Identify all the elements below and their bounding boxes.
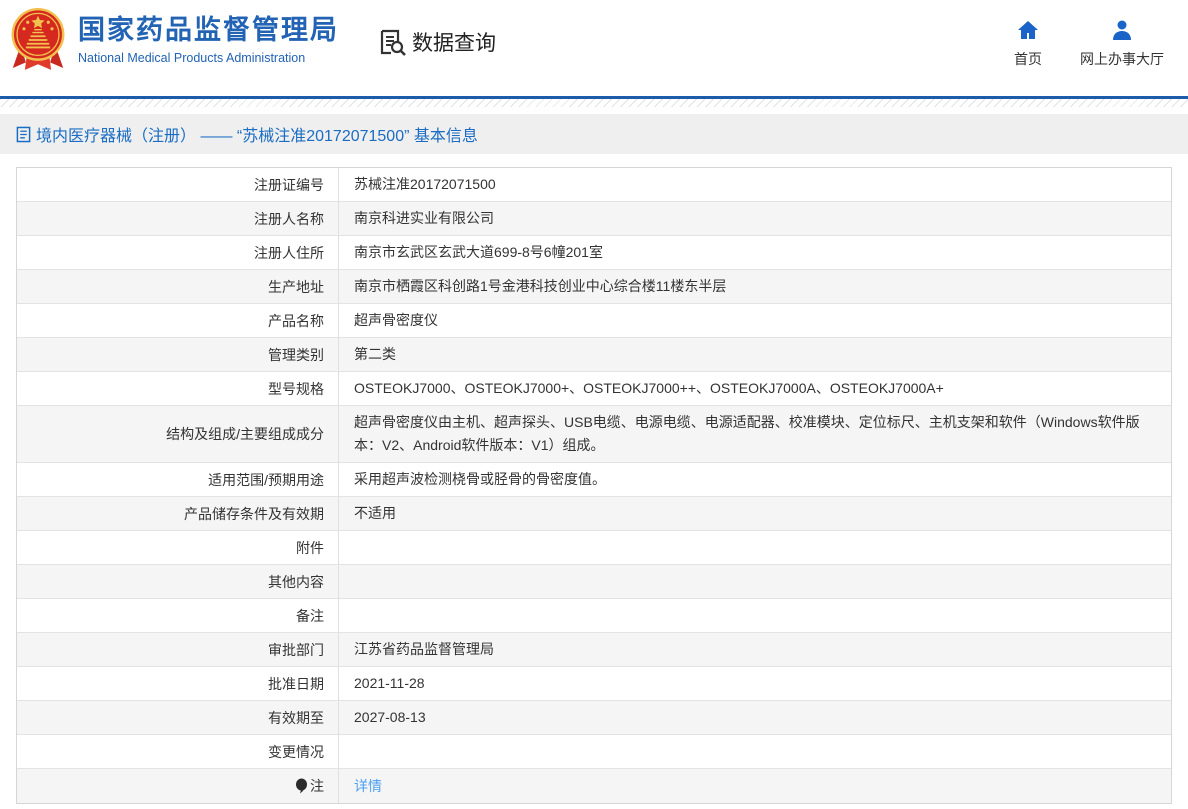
logo-text: 国家药品监督管理局 National Medical Products Admi…	[78, 15, 339, 64]
row-label: 产品储存条件及有效期	[17, 497, 339, 530]
row-value: 苏械注准20172071500	[339, 168, 1171, 201]
nav-home-label: 首页	[1014, 49, 1042, 69]
row-label: 注册人名称	[17, 202, 339, 235]
site-title: 国家药品监督管理局	[78, 15, 339, 46]
row-value	[339, 735, 1171, 768]
row-label-text: 注	[310, 776, 324, 796]
row-label: 有效期至	[17, 701, 339, 734]
table-row: 产品储存条件及有效期不适用	[17, 497, 1171, 531]
table-row: 生产地址南京市栖霞区科创路1号金港科技创业中心综合楼11楼东半层	[17, 270, 1171, 304]
table-row: 变更情况	[17, 735, 1171, 769]
row-label: 批准日期	[17, 667, 339, 700]
header-nav: 首页 网上办事大厅	[1014, 18, 1164, 69]
hatch-strip	[0, 99, 1188, 107]
row-value: 超声骨密度仪	[339, 304, 1171, 337]
breadcrumb: 境内医疗器械（注册） —— “苏械注准20172071500” 基本信息	[0, 114, 1188, 154]
home-icon	[1016, 18, 1040, 42]
row-value: 南京科进实业有限公司	[339, 202, 1171, 235]
row-value	[339, 599, 1171, 632]
table-row-note: 注 详情	[17, 769, 1171, 803]
header: 国家药品监督管理局 National Medical Products Admi…	[0, 0, 1188, 96]
data-query-section[interactable]: 数据查询	[378, 27, 496, 57]
table-row: 审批部门江苏省药品监督管理局	[17, 633, 1171, 667]
table-row: 结构及组成/主要组成成分超声骨密度仪由主机、超声探头、USB电缆、电源电缆、电源…	[17, 406, 1171, 463]
row-value: 采用超声波检测桡骨或胫骨的骨密度值。	[339, 463, 1171, 496]
table-row: 附件	[17, 531, 1171, 565]
row-label: 备注	[17, 599, 339, 632]
row-label: 产品名称	[17, 304, 339, 337]
row-value: OSTEOKJ7000、OSTEOKJ7000+、OSTEOKJ7000++、O…	[339, 372, 1171, 405]
details-link[interactable]: 详情	[354, 775, 382, 798]
row-label: 审批部门	[17, 633, 339, 666]
registration-info-table: 注册证编号苏械注准20172071500 注册人名称南京科进实业有限公司 注册人…	[16, 167, 1172, 804]
row-label: 其他内容	[17, 565, 339, 598]
row-value	[339, 531, 1171, 564]
row-label: 注	[17, 769, 339, 803]
note-balloon-icon	[295, 778, 308, 794]
row-label: 注册证编号	[17, 168, 339, 201]
document-search-icon	[378, 28, 406, 56]
page-icon	[16, 126, 31, 143]
row-value: 第二类	[339, 338, 1171, 371]
breadcrumb-text: 境内医疗器械（注册） —— “苏械注准20172071500” 基本信息	[36, 122, 478, 146]
nav-home[interactable]: 首页	[1014, 18, 1042, 69]
row-label: 生产地址	[17, 270, 339, 303]
nmpa-logo: 国家药品监督管理局 National Medical Products Admi…	[10, 6, 339, 74]
row-value: 2021-11-28	[339, 667, 1171, 700]
nav-service-hall[interactable]: 网上办事大厅	[1080, 18, 1164, 69]
row-label: 注册人住所	[17, 236, 339, 269]
data-query-label: 数据查询	[412, 27, 496, 57]
row-value: 2027-08-13	[339, 701, 1171, 734]
table-row: 产品名称超声骨密度仪	[17, 304, 1171, 338]
row-value: 南京市玄武区玄武大道699-8号6幢201室	[339, 236, 1171, 269]
row-label: 适用范围/预期用途	[17, 463, 339, 496]
site-subtitle: National Medical Products Administration	[78, 51, 339, 65]
table-row: 注册证编号苏械注准20172071500	[17, 168, 1171, 202]
national-emblem-icon	[10, 6, 66, 74]
row-value: 超声骨密度仪由主机、超声探头、USB电缆、电源电缆、电源适配器、校准模块、定位标…	[339, 406, 1171, 462]
row-label: 变更情况	[17, 735, 339, 768]
nav-service-hall-label: 网上办事大厅	[1080, 49, 1164, 69]
row-value: 江苏省药品监督管理局	[339, 633, 1171, 666]
person-icon	[1110, 18, 1134, 42]
table-row: 其他内容	[17, 565, 1171, 599]
table-row: 适用范围/预期用途采用超声波检测桡骨或胫骨的骨密度值。	[17, 463, 1171, 497]
table-row: 管理类别第二类	[17, 338, 1171, 372]
row-value: 南京市栖霞区科创路1号金港科技创业中心综合楼11楼东半层	[339, 270, 1171, 303]
row-label: 管理类别	[17, 338, 339, 371]
row-label: 结构及组成/主要组成成分	[17, 406, 339, 462]
row-value: 不适用	[339, 497, 1171, 530]
row-label: 型号规格	[17, 372, 339, 405]
table-row: 备注	[17, 599, 1171, 633]
table-row: 注册人名称南京科进实业有限公司	[17, 202, 1171, 236]
table-row: 有效期至2027-08-13	[17, 701, 1171, 735]
table-row: 注册人住所南京市玄武区玄武大道699-8号6幢201室	[17, 236, 1171, 270]
row-value: 详情	[339, 769, 1171, 803]
row-value	[339, 565, 1171, 598]
row-label: 附件	[17, 531, 339, 564]
table-row: 批准日期2021-11-28	[17, 667, 1171, 701]
table-row: 型号规格OSTEOKJ7000、OSTEOKJ7000+、OSTEOKJ7000…	[17, 372, 1171, 406]
